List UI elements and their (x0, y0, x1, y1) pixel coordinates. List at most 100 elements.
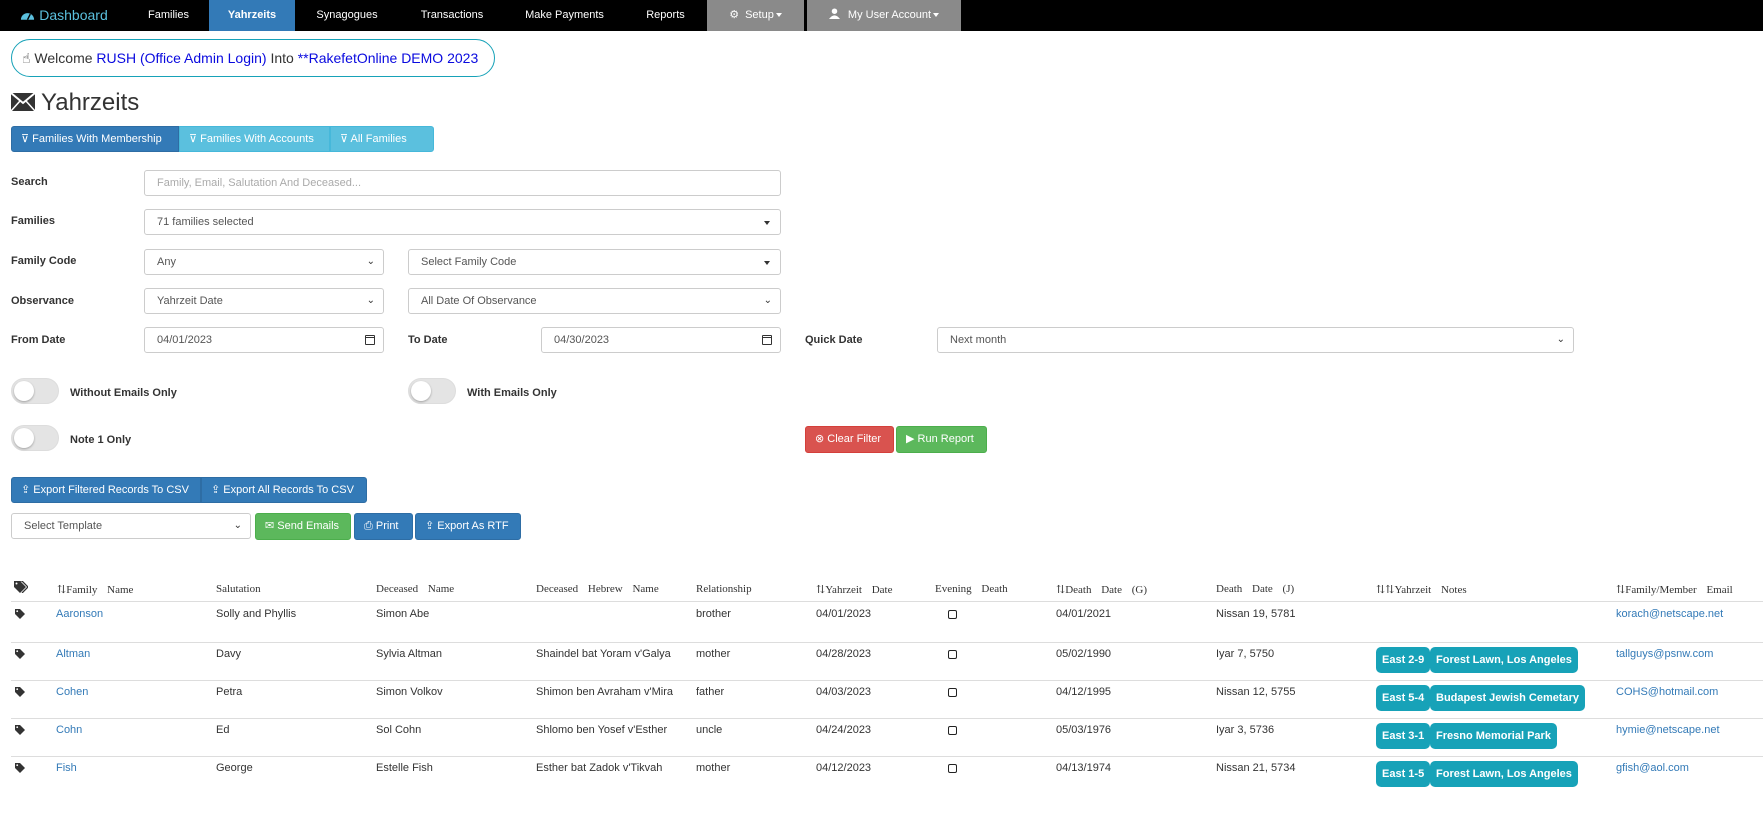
cell-family-name[interactable]: Altman (56, 648, 90, 660)
cell-yahrzeit-date: 04/12/2023 (816, 762, 872, 774)
family-code-dropdown[interactable]: Any ⌄ (144, 249, 384, 275)
nav-transactions[interactable]: Transactions (399, 0, 505, 31)
tag-icon[interactable] (15, 609, 25, 619)
account-label: My User Account (847, 9, 932, 21)
cell-salutation: Ed (216, 724, 230, 736)
cell-email[interactable]: hymie@netscape.net (1616, 724, 1720, 736)
filter-icon: ⊽ (340, 133, 349, 145)
family-code-value: Any (157, 256, 176, 268)
print-label: Print (375, 520, 399, 532)
welcome-prefix: Welcome (34, 50, 93, 66)
note1-toggle[interactable] (11, 425, 59, 451)
cell-deceased-hebrew-name: Shimon ben Avraham v'Mira (536, 686, 674, 698)
tag-icon[interactable] (15, 763, 25, 773)
nav-setup[interactable]: ⚙ Setup (707, 0, 804, 31)
header-yahrzeit-notes[interactable]: ⇅⇅Yahrzeit Notes (1376, 583, 1467, 596)
note1-label: Note 1 Only (70, 434, 132, 446)
caret-down-icon (764, 221, 770, 225)
template-dropdown[interactable]: Select Template ⌄ (11, 513, 251, 539)
filter-icon: ⊽ (21, 133, 30, 145)
nav-dashboard[interactable]: Dashboard (0, 0, 128, 31)
without-emails-toggle[interactable] (11, 378, 59, 404)
caret-down-icon (764, 261, 770, 265)
evening-death-checkbox[interactable] (948, 726, 957, 735)
date-of-observance-dropdown[interactable]: All Date Of Observance ⌄ (408, 288, 781, 314)
without-emails-label: Without Emails Only (70, 387, 177, 399)
cell-deceased-hebrew-name: Shlomo ben Yosef v'Esther (536, 724, 668, 736)
brand-label: Dashboard (39, 7, 108, 23)
setup-label: Setup (745, 9, 774, 21)
calendar-icon[interactable] (365, 335, 375, 345)
nav-synagogues[interactable]: Synagogues (295, 0, 399, 31)
cell-death-date-j: Nissan 12, 5755 (1216, 686, 1296, 698)
export-rtf-button[interactable]: ⇪ Export As RTF (415, 513, 521, 540)
header-family-name[interactable]: ⇅Family Name (57, 583, 133, 596)
welcome-user-link[interactable]: RUSH (Office Admin Login) (96, 50, 266, 66)
cell-death-date-g: 04/01/2021 (1056, 608, 1112, 620)
export-icon: ⇪ (425, 520, 435, 532)
run-report-button[interactable]: ▶ Run Report (896, 426, 987, 453)
times-circle-icon: ⊗ (815, 433, 825, 445)
note1-badge: East 2-9 (1376, 647, 1431, 673)
nav-make-payments[interactable]: Make Payments (505, 0, 624, 31)
cell-family-name[interactable]: Cohn (56, 724, 82, 736)
clear-filter-button[interactable]: ⊗ Clear Filter (805, 426, 894, 453)
all-families-button[interactable]: ⊽ All Families (330, 126, 434, 152)
to-date-value: 04/30/2023 (554, 334, 610, 346)
nav-reports[interactable]: Reports (624, 0, 707, 31)
with-emails-toggle[interactable] (408, 378, 456, 404)
cell-deceased-name: Sol Cohn (376, 724, 422, 736)
tag-icon[interactable] (15, 649, 25, 659)
search-input[interactable]: Family, Email, Salutation And Deceased..… (144, 170, 781, 196)
nav-yahrzeits[interactable]: Yahrzeits (209, 0, 295, 31)
tag-icon[interactable] (15, 725, 25, 735)
cell-relationship: mother (696, 648, 731, 660)
from-date-input[interactable]: 04/01/2023 (144, 327, 384, 353)
evening-death-checkbox[interactable] (948, 650, 957, 659)
cell-death-date-j: Nissan 19, 5781 (1216, 608, 1296, 620)
cell-family-name[interactable]: Aaronson (56, 608, 103, 620)
row-divider (11, 680, 1763, 681)
cell-email[interactable]: tallguys@psnw.com (1616, 648, 1713, 660)
families-with-membership-button[interactable]: ⊽ Families With Membership (11, 126, 179, 152)
evening-death-checkbox[interactable] (948, 688, 957, 697)
families-with-accounts-button[interactable]: ⊽ Families With Accounts (179, 126, 330, 152)
row-divider (11, 718, 1763, 719)
calendar-icon[interactable] (762, 335, 772, 345)
select-family-code-dropdown[interactable]: Select Family Code (408, 249, 781, 275)
export-icon: ⇪ (211, 484, 221, 496)
export-filtered-csv-button[interactable]: ⇪ Export Filtered Records To CSV (11, 477, 201, 503)
cell-email[interactable]: korach@netscape.net (1616, 608, 1723, 620)
tag-icon[interactable] (15, 687, 25, 697)
chevron-down-icon: ⌄ (1556, 334, 1565, 345)
nav-families[interactable]: Families (128, 0, 209, 31)
evening-death-checkbox[interactable] (948, 610, 957, 619)
export-all-csv-button[interactable]: ⇪ Export All Records To CSV (201, 477, 367, 503)
cell-salutation: George (216, 762, 253, 774)
quick-date-dropdown[interactable]: Next month ⌄ (937, 327, 1574, 353)
header-yahrzeit-date[interactable]: ⇅Yahrzeit Date (816, 583, 893, 596)
families-with-accounts-label: Families With Accounts (200, 133, 314, 145)
nav-my-account[interactable]: My User Account (807, 0, 961, 31)
send-emails-button[interactable]: ✉ Send Emails (255, 513, 351, 540)
cell-deceased-hebrew-name: Esther bat Zadok v'Tikvah (536, 762, 663, 774)
top-navbar: Dashboard Families Yahrzeits Synagogues … (0, 0, 1763, 31)
header-email[interactable]: ⇅Family/Member Email (1616, 583, 1733, 596)
cell-family-name[interactable]: Cohen (56, 686, 88, 698)
page-title: Yahrzeits (10, 88, 139, 118)
welcome-org-link[interactable]: **RakefetOnline DEMO 2023 (298, 50, 479, 66)
export-rtf-label: Export As RTF (437, 520, 509, 532)
cell-deceased-name: Simon Abe (376, 608, 430, 620)
cell-family-name[interactable]: Fish (56, 762, 77, 774)
cell-email[interactable]: COHS@hotmail.com (1616, 686, 1718, 698)
to-date-input[interactable]: 04/30/2023 (541, 327, 781, 353)
families-select-value: 71 families selected (157, 216, 254, 228)
evening-death-checkbox[interactable] (948, 764, 957, 773)
cell-email[interactable]: gfish@aol.com (1616, 762, 1689, 774)
header-death-date-g[interactable]: ⇅Death Date (G) (1056, 583, 1147, 596)
families-select[interactable]: 71 families selected (144, 209, 781, 235)
print-button[interactable]: ⎙ Print (354, 513, 413, 540)
cell-deceased-name: Sylvia Altman (376, 648, 443, 660)
quick-date-value: Next month (950, 334, 1007, 346)
observance-dropdown[interactable]: Yahrzeit Date ⌄ (144, 288, 384, 314)
